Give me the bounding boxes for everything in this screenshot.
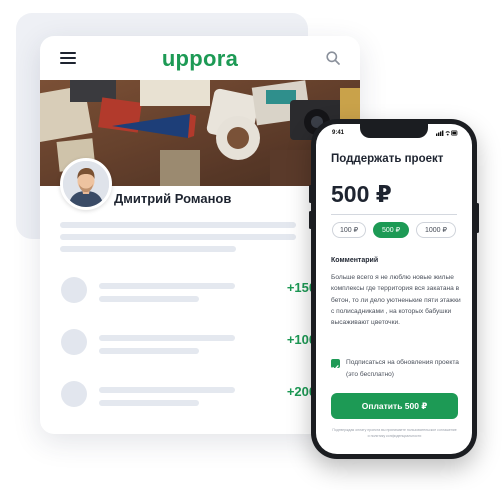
donor-note-placeholder: [99, 296, 199, 302]
donation-row: +2000 ₽: [60, 381, 340, 409]
status-time: 9:41: [332, 130, 345, 136]
donor-note-placeholder: [99, 400, 199, 406]
preset-500-chip[interactable]: 500 ₽: [373, 222, 409, 238]
donation-row: +1000 ₽: [60, 329, 340, 357]
phone-side-button: [309, 185, 312, 203]
donor-name-placeholder: [99, 283, 235, 289]
donor-name-placeholder: [99, 387, 235, 393]
donor-name-placeholder: [99, 335, 235, 341]
amount-underline: [331, 214, 457, 215]
search-icon[interactable]: [326, 51, 340, 65]
phone-side-button: [476, 203, 479, 233]
preset-100-chip[interactable]: 100 ₽: [332, 222, 366, 238]
uppora-logo[interactable]: uppora: [40, 46, 360, 72]
description-line: [60, 222, 296, 228]
donor-avatar: [61, 329, 87, 355]
author-name[interactable]: Дмитрий Романов: [114, 191, 231, 206]
preset-1000-chip[interactable]: 1000 ₽: [416, 222, 456, 238]
donation-amount-field[interactable]: 500 ₽: [331, 181, 392, 208]
status-icons: [436, 130, 458, 136]
phone-side-button: [309, 211, 312, 229]
phone-mockup: 9:41 Поддержать проект 500 ₽ 100 ₽ 500 ₽…: [309, 119, 479, 459]
card-header: uppora: [40, 36, 360, 80]
author-avatar[interactable]: [60, 158, 112, 210]
description-line: [60, 246, 236, 252]
donation-title: Поддержать проект: [331, 153, 444, 165]
person-icon: [63, 161, 109, 207]
donation-screen: 9:41 Поддержать проект 500 ₽ 100 ₽ 500 ₽…: [316, 124, 472, 454]
terms-fine-print: Подтверждая оплату проекта вы принимаете…: [332, 428, 457, 438]
donor-avatar: [61, 381, 87, 407]
comment-field[interactable]: Больше всего я не люблю новые жилые комп…: [331, 272, 463, 328]
phone-notch: [360, 124, 428, 138]
logo-text: uppora: [161, 46, 239, 71]
check-icon: [332, 365, 339, 370]
pay-button[interactable]: Оплатить 500 ₽: [331, 393, 458, 419]
donation-row: +1500 ₽: [60, 277, 340, 305]
donor-avatar: [61, 277, 87, 303]
subscribe-label[interactable]: Подписаться на обновления проекта (это б…: [346, 357, 464, 380]
subscribe-checkbox[interactable]: [331, 359, 340, 370]
comment-label: Комментарий: [331, 257, 379, 264]
description-line: [60, 234, 296, 240]
donor-note-placeholder: [99, 348, 199, 354]
